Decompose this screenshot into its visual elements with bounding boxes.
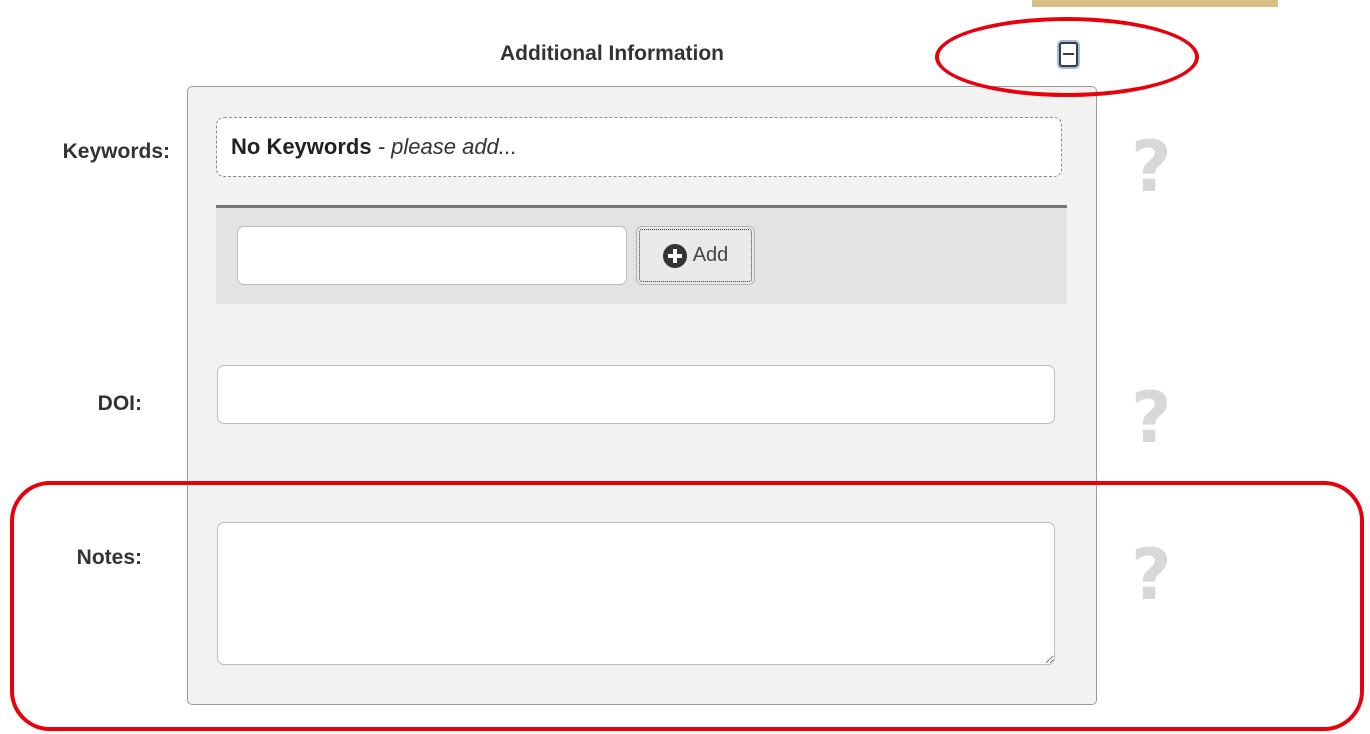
- notes-help-icon[interactable]: ?: [1131, 540, 1172, 610]
- doi-help-icon[interactable]: ?: [1131, 383, 1172, 453]
- keywords-empty-strong: No Keywords: [231, 134, 372, 159]
- keywords-help-icon[interactable]: ?: [1131, 132, 1172, 202]
- collapse-section-button[interactable]: [1059, 42, 1078, 67]
- keyword-input[interactable]: [237, 226, 627, 285]
- section-title: Additional Information: [500, 42, 724, 65]
- keywords-label: Keywords:: [62, 140, 170, 163]
- collapse-minus-icon: [1063, 53, 1074, 55]
- top-tab-strip: [1032, 0, 1278, 7]
- notes-label: Notes:: [76, 546, 142, 569]
- add-keyword-button[interactable]: Add: [636, 226, 755, 285]
- plus-circle-icon: [662, 243, 687, 268]
- notes-textarea[interactable]: [217, 522, 1055, 665]
- doi-input[interactable]: [217, 365, 1055, 424]
- add-keyword-label: Add: [692, 244, 729, 266]
- keywords-empty-hint: - please add...: [371, 134, 518, 159]
- keywords-list: No Keywords - please add...: [216, 117, 1062, 177]
- doi-label: DOI:: [97, 392, 142, 415]
